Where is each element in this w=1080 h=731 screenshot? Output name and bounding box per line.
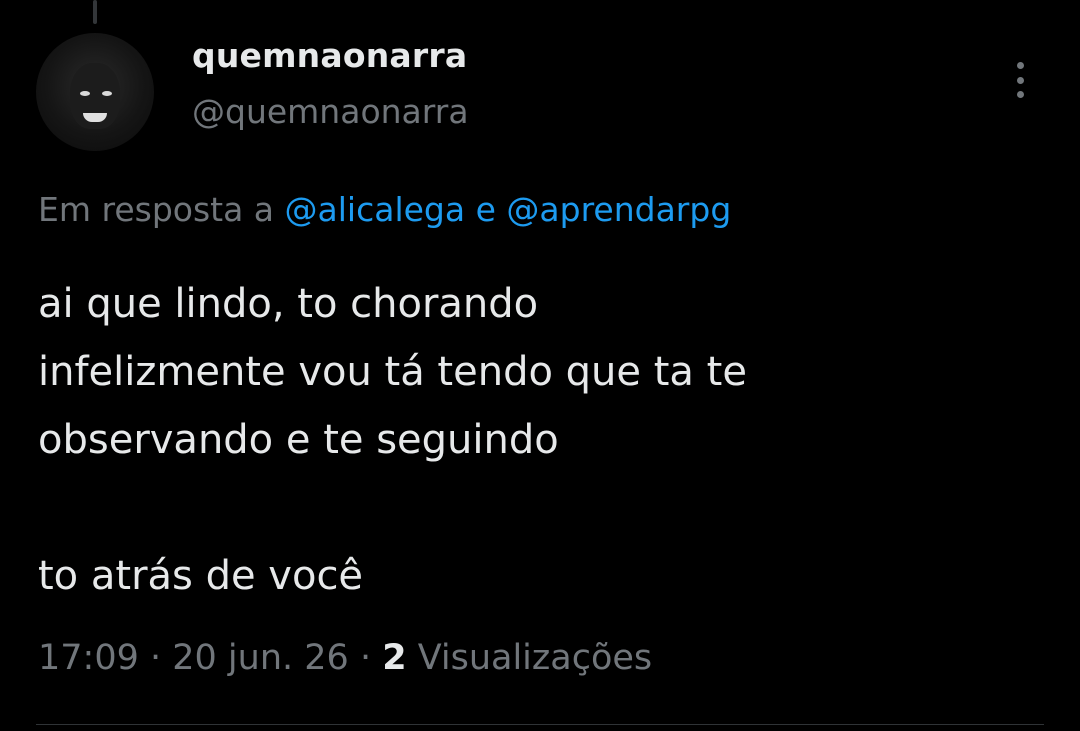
reply-prefix: Em resposta a	[38, 190, 285, 229]
more-dot-top	[1016, 62, 1024, 69]
reply-context: Em resposta a @alicalega e @aprendarpg	[38, 190, 731, 229]
avatar-eye-right	[102, 91, 112, 96]
tweet-meta: 17:09 · 20 jun. 26 · 2 Visualizações	[38, 638, 652, 678]
divider	[36, 724, 1044, 725]
views-count[interactable]: 2	[382, 638, 406, 678]
tweet-line-2: infelizmente vou tá tendo que ta te	[38, 349, 747, 395]
tweet-line-4: to atrás de você	[38, 553, 364, 599]
author-display-name[interactable]: quemnaonarra	[192, 36, 467, 75]
meta-separator-2: ·	[348, 638, 383, 678]
tweet-line-3: observando e te seguindo	[38, 417, 559, 463]
author-handle[interactable]: @quemnaonarra	[192, 92, 469, 131]
tweet-line-1: ai que lindo, to chorando	[38, 281, 539, 327]
avatar[interactable]	[36, 33, 154, 151]
thread-connector-line	[93, 0, 97, 24]
tweet-date[interactable]: 20 jun. 26	[172, 638, 349, 678]
tweet-time[interactable]: 17:09	[38, 638, 139, 678]
more-dot-middle	[1016, 76, 1024, 84]
tweet-text: ai que lindo, to chorando infelizmente v…	[38, 270, 1038, 610]
views-label[interactable]: Visualizações	[407, 638, 652, 678]
reply-conjunction: e	[465, 190, 507, 229]
avatar-eye-left	[80, 91, 90, 96]
meta-separator-1: ·	[138, 638, 173, 678]
more-dot-bottom	[1016, 91, 1024, 98]
reply-mention-aprendarpg[interactable]: @aprendarpg	[506, 190, 731, 229]
more-options-icon[interactable]	[1004, 60, 1036, 100]
reply-mention-alicalega[interactable]: @alicalega	[285, 190, 466, 229]
